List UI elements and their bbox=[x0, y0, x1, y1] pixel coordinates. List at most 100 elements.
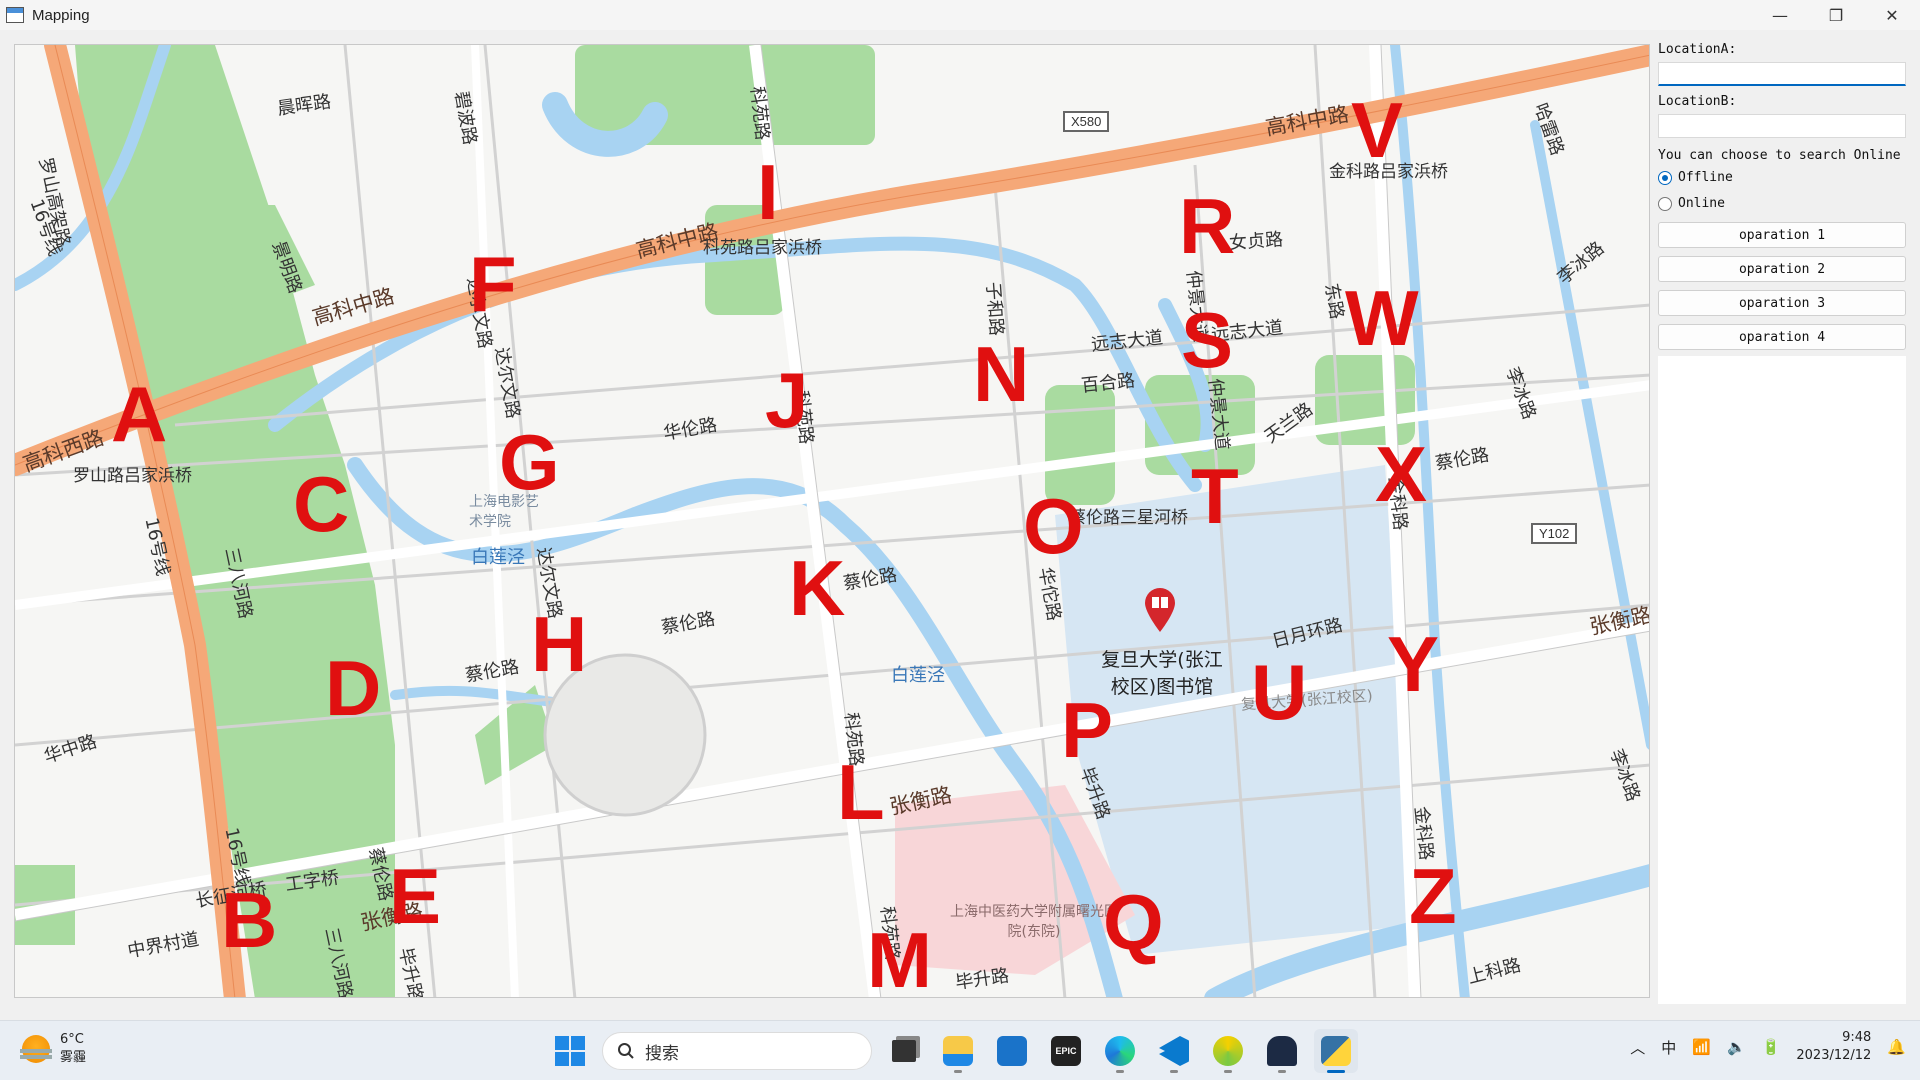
app-icon bbox=[6, 7, 24, 23]
marker-I: I bbox=[757, 148, 779, 236]
notification-bell-icon[interactable]: 🔔 bbox=[1887, 1038, 1906, 1056]
taskbar: 6°C 雾霾 搜索 EPIC ︿ 中 📶 🔈 🔋 9:48 2023/12/12… bbox=[0, 1020, 1920, 1080]
file-explorer-button[interactable] bbox=[936, 1029, 980, 1073]
window-controls: — ❐ ✕ bbox=[1752, 0, 1920, 30]
epic-games-icon: EPIC bbox=[1051, 1036, 1081, 1066]
marker-D: D bbox=[325, 644, 382, 732]
water-label-bailian: 白莲泾 bbox=[891, 665, 945, 686]
volume-icon[interactable]: 🔈 bbox=[1727, 1038, 1746, 1056]
python-icon bbox=[1321, 1036, 1351, 1066]
map-view[interactable]: 高科中路 高科中路 高科中路 高科西路 罗山高架路 16号线 16号线 16号线… bbox=[14, 44, 1650, 998]
location-b-field[interactable] bbox=[1658, 114, 1906, 138]
python-app-button[interactable] bbox=[1314, 1029, 1358, 1073]
marker-Z: Z bbox=[1409, 852, 1457, 940]
operation-4-button[interactable]: oparation 4 bbox=[1658, 324, 1906, 350]
marker-J: J bbox=[765, 356, 809, 444]
system-tray: ︿ 中 📶 🔈 🔋 9:48 2023/12/12 🔔 bbox=[1630, 1029, 1906, 1065]
marker-C: C bbox=[293, 460, 350, 548]
online-radio-row[interactable]: Online bbox=[1658, 196, 1725, 211]
chevron-up-icon[interactable]: ︿ bbox=[1630, 1037, 1645, 1058]
vscode-icon bbox=[1159, 1036, 1189, 1066]
marker-R: R bbox=[1179, 182, 1236, 270]
marker-T: T bbox=[1191, 452, 1239, 540]
search-placeholder: 搜索 bbox=[645, 1043, 679, 1064]
minimize-button[interactable]: — bbox=[1752, 0, 1808, 30]
location-a-field[interactable] bbox=[1658, 62, 1906, 86]
poi-hospital: 上海中医药大学附属曙光医院(东院) bbox=[950, 904, 1118, 940]
taskbar-search[interactable]: 搜索 bbox=[602, 1032, 872, 1070]
task-view-icon bbox=[892, 1040, 916, 1062]
store-button[interactable] bbox=[990, 1029, 1034, 1073]
poi-luoshan-bridge: 罗山路吕家浜桥 bbox=[73, 466, 192, 486]
location-b-label: LocationB: bbox=[1658, 94, 1737, 109]
marker-H: H bbox=[531, 600, 588, 688]
offline-label: Offline bbox=[1678, 170, 1733, 185]
marker-M: M bbox=[867, 916, 932, 998]
edge-button[interactable] bbox=[1098, 1029, 1142, 1073]
app-window: Mapping — ❐ ✕ 高科中路 高科中路 高科中路 高科西路 罗山高架路 … bbox=[0, 0, 1920, 1020]
task-view-button[interactable] bbox=[882, 1029, 926, 1073]
marker-S: S bbox=[1181, 296, 1234, 384]
weather-temp: 6°C bbox=[60, 1032, 84, 1047]
road-label-nvzhen: 女贞路 bbox=[1228, 229, 1284, 254]
haze-weather-icon bbox=[20, 1035, 52, 1063]
battery-icon[interactable]: 🔋 bbox=[1762, 1038, 1781, 1056]
ime-indicator[interactable]: 中 bbox=[1661, 1037, 1676, 1058]
poi-sanxing-bridge: 蔡伦路三星河桥 bbox=[1069, 508, 1188, 528]
windows-logo-icon bbox=[555, 1036, 569, 1050]
poi-fudan-library: 复旦大学(张江校区)图书馆 bbox=[1101, 649, 1223, 698]
cat-app-icon bbox=[1267, 1036, 1297, 1066]
location-a-label: LocationA: bbox=[1658, 42, 1737, 57]
search-mode-hint: You can choose to search Online bbox=[1658, 148, 1901, 163]
weather-desc: 雾霾 bbox=[60, 1050, 87, 1065]
vscode-button[interactable] bbox=[1152, 1029, 1196, 1073]
browser-icon bbox=[1213, 1036, 1243, 1066]
maximize-button[interactable]: ❐ bbox=[1808, 0, 1864, 30]
marker-K: K bbox=[789, 544, 846, 632]
taskbar-apps: 搜索 EPIC bbox=[548, 1029, 1358, 1073]
wifi-icon[interactable]: 📶 bbox=[1692, 1038, 1711, 1056]
offline-radio[interactable] bbox=[1658, 170, 1672, 185]
control-panel: LocationA: LocationB: You can choose to … bbox=[1656, 38, 1910, 1008]
game-app-button[interactable] bbox=[1260, 1029, 1304, 1073]
store-icon bbox=[997, 1036, 1027, 1066]
window-title: Mapping bbox=[32, 6, 90, 24]
epic-games-button[interactable]: EPIC bbox=[1044, 1029, 1088, 1073]
road-shield-y102: Y102 bbox=[1531, 523, 1578, 544]
road-label-zihe: 子和路 bbox=[982, 281, 1007, 337]
location-b-input[interactable] bbox=[1659, 115, 1905, 138]
marker-A: A bbox=[111, 370, 168, 458]
road-shield-x580: X580 bbox=[1063, 111, 1110, 132]
marker-U: U bbox=[1251, 648, 1308, 736]
clock[interactable]: 9:48 2023/12/12 bbox=[1796, 1029, 1871, 1065]
marker-E: E bbox=[389, 852, 442, 940]
water-label-bailian: 白莲泾 bbox=[471, 547, 525, 568]
poi-keyuan-bridge: 科苑路吕家浜桥 bbox=[703, 238, 822, 258]
edge-icon bbox=[1105, 1036, 1135, 1066]
offline-radio-row[interactable]: Offline bbox=[1658, 170, 1733, 185]
marker-L: L bbox=[837, 748, 885, 836]
yellow-browser-button[interactable] bbox=[1206, 1029, 1250, 1073]
weather-widget[interactable]: 6°C 雾霾 bbox=[20, 1031, 87, 1067]
results-area bbox=[1658, 356, 1906, 1004]
map-pin-icon[interactable] bbox=[1143, 587, 1177, 633]
marker-W: W bbox=[1345, 274, 1419, 362]
clock-time: 9:48 bbox=[1842, 1030, 1872, 1045]
close-button[interactable]: ✕ bbox=[1864, 0, 1920, 30]
marker-Y: Y bbox=[1387, 620, 1440, 708]
operation-1-button[interactable]: oparation 1 bbox=[1658, 222, 1906, 248]
operation-3-button[interactable]: oparation 3 bbox=[1658, 290, 1906, 316]
marker-N: N bbox=[973, 330, 1030, 418]
search-icon bbox=[618, 1043, 634, 1059]
marker-B: B bbox=[221, 876, 278, 964]
marker-G: G bbox=[499, 418, 560, 506]
location-a-input[interactable] bbox=[1659, 64, 1905, 85]
marker-V: V bbox=[1351, 86, 1404, 174]
operation-2-button[interactable]: oparation 2 bbox=[1658, 256, 1906, 282]
start-button[interactable] bbox=[548, 1029, 592, 1073]
title-bar: Mapping — ❐ ✕ bbox=[0, 0, 1920, 30]
marker-F: F bbox=[469, 240, 517, 328]
online-label: Online bbox=[1678, 196, 1725, 211]
road-label-keyuan: 科苑路 bbox=[746, 85, 773, 142]
online-radio[interactable] bbox=[1658, 196, 1672, 211]
